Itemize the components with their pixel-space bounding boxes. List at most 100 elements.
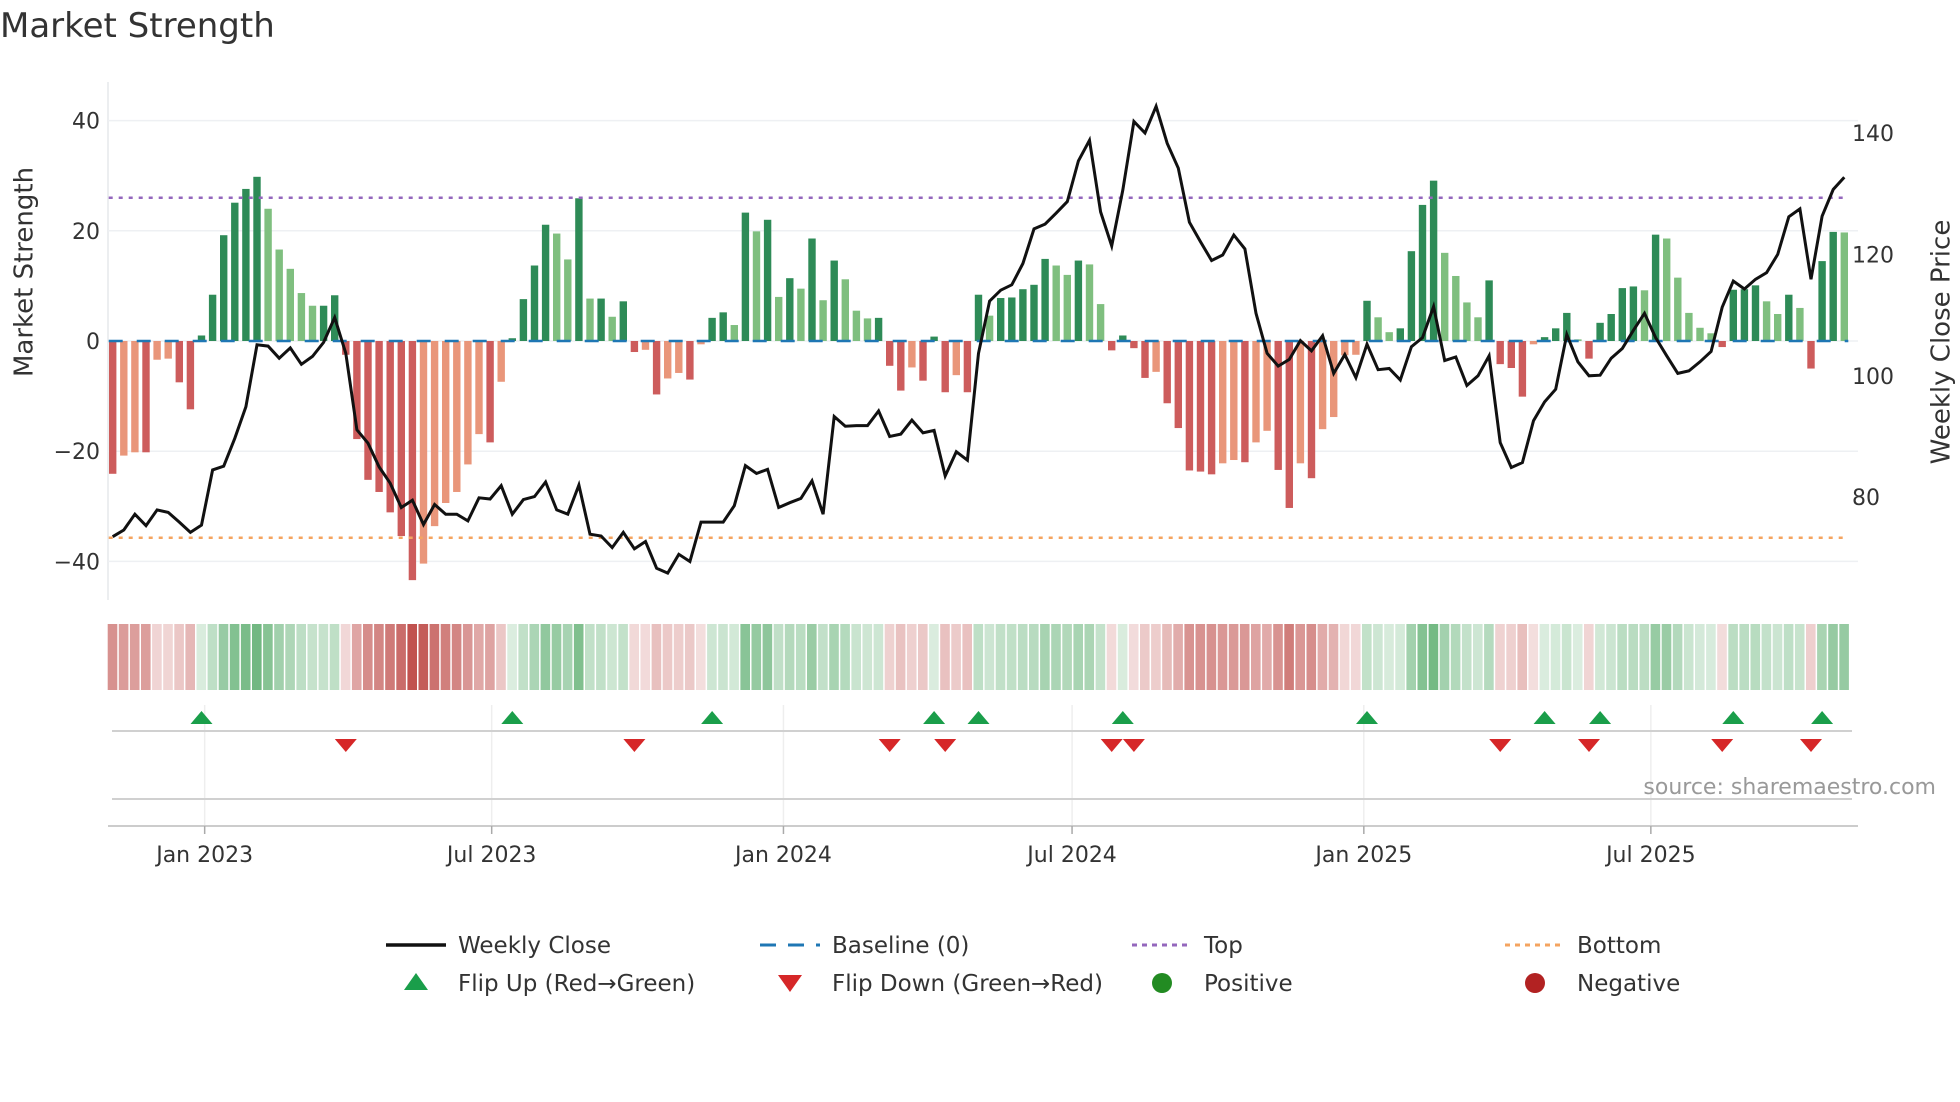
heat-cell (429, 624, 440, 690)
x-tick-label: Jul 2025 (1604, 843, 1696, 868)
heat-cell (1195, 624, 1206, 690)
heat-cell (507, 624, 517, 690)
strength-bar (120, 341, 128, 456)
legend-baseline-0: Baseline (0) (832, 933, 969, 959)
flip-up-marker (1533, 711, 1556, 724)
heat-cell (596, 624, 606, 690)
strength-bar (1818, 261, 1826, 341)
left-tick-label: 20 (72, 220, 100, 245)
strength-bar (1174, 341, 1182, 429)
strength-bar (730, 325, 738, 341)
strength-bar (1696, 327, 1704, 341)
heat-cell (929, 624, 939, 690)
strength-bar (1529, 341, 1538, 345)
right-tick-label: 140 (1852, 122, 1894, 147)
left-tick-label: 0 (86, 330, 100, 355)
market-strength-chart: −40 −20 0 20 40 80 100 120 140 Jan 2023 Jul 2023 Ja… (10, 82, 1957, 997)
heat-cell (218, 624, 229, 690)
heat-cell (818, 624, 828, 690)
heat-cell (707, 624, 717, 690)
heat-cell (1273, 624, 1283, 690)
heat-cell (252, 624, 262, 690)
heat-cell (751, 624, 762, 690)
strength-bar (1085, 264, 1094, 341)
flip-down-marker (1711, 739, 1734, 752)
strength-bar (652, 341, 661, 395)
strength-bar (1463, 302, 1471, 341)
heat-cell (296, 624, 306, 690)
heat-cell (1572, 624, 1583, 690)
strength-bar (952, 341, 960, 376)
strength-bar (1751, 285, 1760, 341)
strength-bar (1207, 341, 1216, 475)
strength-bar (641, 341, 650, 350)
flip-down-marker (1578, 739, 1600, 752)
strength-bar (963, 341, 972, 393)
strength-bar (1163, 341, 1171, 404)
heat-cell (1450, 624, 1461, 690)
strength-bar (863, 318, 872, 341)
heat-cell (1117, 624, 1128, 690)
strength-bar (1762, 301, 1771, 341)
strength-bar (1796, 307, 1804, 341)
strength-heat-strip (107, 624, 1849, 690)
heat-cell (174, 624, 184, 690)
strength-bar (430, 341, 439, 527)
strength-bar (1352, 341, 1360, 355)
flip-up-marker (501, 711, 524, 724)
strength-bar (142, 341, 150, 453)
heat-cell (1428, 624, 1439, 690)
strength-bar (1807, 341, 1815, 369)
heat-cell (1750, 624, 1761, 690)
strength-bar (242, 188, 250, 341)
heat-cell (1561, 624, 1572, 690)
heat-cell (1362, 624, 1372, 690)
strength-bar (1729, 289, 1737, 341)
heat-cell (795, 624, 806, 690)
legend-bottom: Bottom (1577, 933, 1661, 959)
heat-cell (318, 624, 329, 690)
strength-bar (830, 260, 838, 341)
heat-cell (1439, 624, 1450, 690)
strength-bar (497, 341, 505, 382)
strength-bar (1019, 289, 1027, 341)
heat-cell (107, 624, 118, 690)
strength-bar (1196, 341, 1205, 472)
strength-bar (797, 288, 805, 341)
strength-bar (1063, 274, 1071, 341)
heat-cell (540, 624, 551, 690)
strength-bar (1740, 289, 1749, 341)
heat-cell (918, 624, 928, 690)
flip-down-marker (1489, 739, 1512, 752)
heat-cell (1473, 624, 1483, 690)
heat-cell (529, 624, 540, 690)
strength-bar (841, 279, 849, 341)
right-tick-label: 120 (1852, 243, 1894, 268)
flip-up-marker (1356, 711, 1378, 724)
strength-bar (886, 341, 894, 366)
heat-cell (141, 624, 151, 690)
x-tick-label: Jul 2024 (1025, 843, 1117, 868)
heat-cell (118, 624, 129, 690)
heat-cell (762, 624, 773, 690)
heat-cell (1772, 624, 1783, 690)
heat-cell (1350, 624, 1361, 690)
strength-bar (153, 341, 161, 360)
strength-bar (1685, 312, 1693, 341)
heat-cell (995, 624, 1006, 690)
strength-bar (1363, 300, 1371, 341)
strength-bar (1052, 265, 1060, 341)
strength-bar (1407, 251, 1416, 341)
strength-bar (1829, 231, 1837, 341)
strength-bar (264, 208, 272, 341)
strength-bar (1130, 341, 1138, 349)
heat-cell (740, 624, 750, 690)
heat-cell (1683, 624, 1694, 690)
strength-bar (1718, 341, 1726, 348)
heat-cell (363, 624, 373, 690)
heat-cell (462, 624, 473, 690)
heat-cell (1106, 624, 1117, 690)
legend-flip-down-green-red: Flip Down (Green→Red) (832, 971, 1103, 997)
x-tick-label: Jan 2025 (1313, 843, 1412, 868)
circle-icon (1152, 973, 1172, 993)
